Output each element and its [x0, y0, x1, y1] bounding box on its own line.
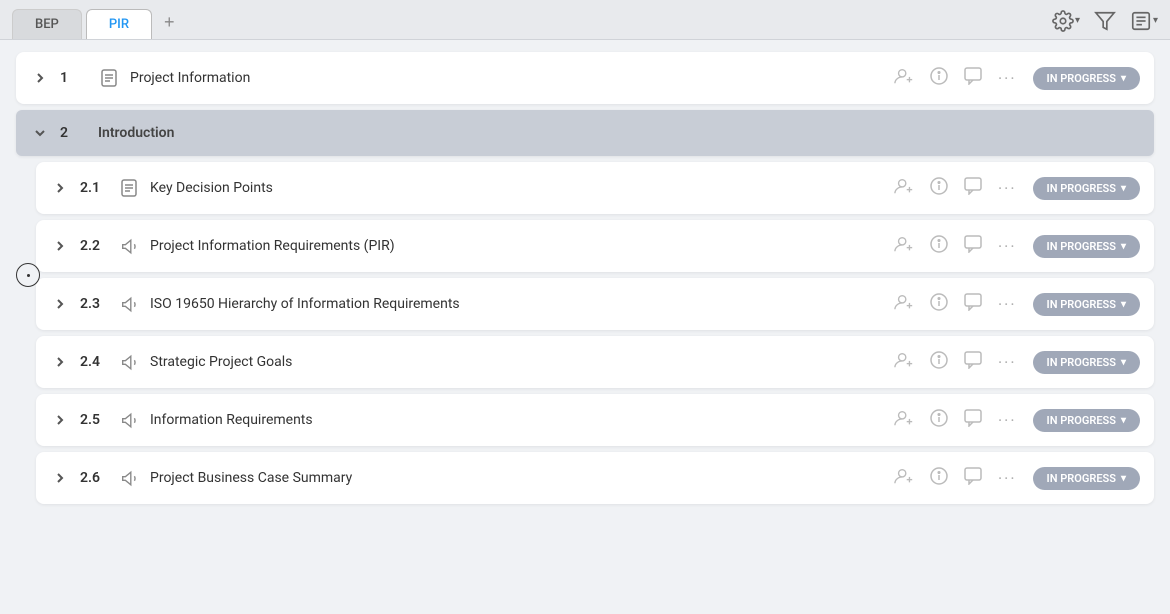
megaphone-icon-2-3	[118, 296, 140, 313]
more-button-2-3[interactable]: ···	[998, 295, 1017, 314]
row-2-number: 2	[60, 125, 88, 141]
filter-icon	[1094, 10, 1116, 32]
comment-icon-2-2[interactable]	[964, 235, 982, 258]
megaphone-icon-2-2	[118, 238, 140, 255]
document-icon	[98, 69, 120, 87]
megaphone-icon-2-6	[118, 470, 140, 487]
add-user-icon-2-3[interactable]	[894, 293, 914, 316]
more-button-2-4[interactable]: ···	[998, 353, 1017, 372]
filter-button[interactable]	[1094, 10, 1116, 32]
info-icon-2-3[interactable]	[930, 293, 948, 316]
status-badge-2-6[interactable]: IN PROGRESS ▾	[1033, 467, 1140, 490]
row-2-1-number: 2.1	[80, 180, 108, 196]
more-button-2-1[interactable]: ···	[998, 179, 1017, 198]
tab-bar: BEP PIR + ▾	[0, 0, 1170, 40]
row-project-information: 1 Project Information	[16, 52, 1154, 104]
row-business-case: 2.6 Project Business Case Summary	[36, 452, 1154, 504]
row-2-5-title: Information Requirements	[150, 412, 313, 428]
add-user-icon-2-4[interactable]	[894, 351, 914, 374]
toolbar: ▾ ▾	[1052, 10, 1158, 38]
add-user-icon-2-5[interactable]	[894, 409, 914, 432]
status-badge-2-2[interactable]: IN PROGRESS ▾	[1033, 235, 1140, 258]
more-button-1[interactable]: ···	[998, 69, 1017, 88]
comment-icon-2-6[interactable]	[964, 467, 982, 490]
info-icon-2-1[interactable]	[930, 177, 948, 200]
add-user-icon-2-1[interactable]	[894, 177, 914, 200]
comment-icon-1[interactable]	[964, 67, 982, 90]
megaphone-icon-2-5	[118, 412, 140, 429]
megaphone-icon-2-4	[118, 354, 140, 371]
row-1-title: Project Information	[130, 70, 250, 86]
row-strategic-goals: 2.4 Strategic Project Goals	[36, 336, 1154, 388]
more-button-2-2[interactable]: ···	[998, 237, 1017, 256]
comment-icon-2-4[interactable]	[964, 351, 982, 374]
expand-row-2-3[interactable]	[50, 298, 70, 310]
row-2-4-number: 2.4	[80, 354, 108, 370]
info-icon-1[interactable]	[930, 67, 948, 90]
row-2-3-number: 2.3	[80, 296, 108, 312]
expand-row-2-4[interactable]	[50, 356, 70, 368]
more-button-2-5[interactable]: ···	[998, 411, 1017, 430]
expand-row-2-5[interactable]	[50, 414, 70, 426]
row-pir: 2.2 Project Information Requirements (PI…	[36, 220, 1154, 272]
row-iso-hierarchy: 2.3 ISO 19650 Hierarchy of Information R…	[36, 278, 1154, 330]
expand-row-2-1[interactable]	[50, 182, 70, 194]
status-badge-2-3[interactable]: IN PROGRESS ▾	[1033, 293, 1140, 316]
expand-row-1[interactable]	[30, 72, 50, 84]
row-2-title: Introduction	[98, 125, 174, 141]
status-badge-1[interactable]: IN PROGRESS ▾	[1033, 67, 1140, 90]
info-icon-2-4[interactable]	[930, 351, 948, 374]
info-icon-2-2[interactable]	[930, 235, 948, 258]
tabs-left: BEP PIR +	[12, 8, 183, 39]
status-badge-2-4[interactable]: IN PROGRESS ▾	[1033, 351, 1140, 374]
tab-bep[interactable]: BEP	[12, 9, 82, 39]
gear-icon	[1052, 10, 1074, 32]
row-2-2-number: 2.2	[80, 238, 108, 254]
list-icon	[1130, 10, 1152, 32]
document-button[interactable]: ▾	[1130, 10, 1158, 32]
row-2-2-title: Project Information Requirements (PIR)	[150, 238, 395, 254]
row-2-6-number: 2.6	[80, 470, 108, 486]
row-2-3-title: ISO 19650 Hierarchy of Information Requi…	[150, 296, 460, 312]
comment-icon-2-5[interactable]	[964, 409, 982, 432]
more-button-2-6[interactable]: ···	[998, 469, 1017, 488]
expand-row-2-2[interactable]	[50, 240, 70, 252]
row-2-1-title: Key Decision Points	[150, 180, 273, 196]
row-1-number: 1	[60, 70, 88, 86]
info-icon-2-5[interactable]	[930, 409, 948, 432]
add-user-icon-2-2[interactable]	[894, 235, 914, 258]
add-user-icon-1[interactable]	[894, 67, 914, 90]
document-icon-2-1	[118, 179, 140, 197]
add-user-icon-2-6[interactable]	[894, 467, 914, 490]
expand-row-2[interactable]	[30, 127, 50, 139]
row-2-5-number: 2.5	[80, 412, 108, 428]
tab-add-button[interactable]: +	[156, 8, 183, 37]
status-badge-2-5[interactable]: IN PROGRESS ▾	[1033, 409, 1140, 432]
row-introduction: 2 Introduction	[16, 110, 1154, 156]
row-2-6-title: Project Business Case Summary	[150, 470, 352, 486]
settings-button[interactable]: ▾	[1052, 10, 1080, 32]
row-2-4-title: Strategic Project Goals	[150, 354, 292, 370]
content-area: 1 Project Information	[0, 40, 1170, 516]
tab-pir[interactable]: PIR	[86, 9, 152, 39]
status-badge-2-1[interactable]: IN PROGRESS ▾	[1033, 177, 1140, 200]
comment-icon-2-3[interactable]	[964, 293, 982, 316]
row-key-decision-points: 2.1 Key Decision Points	[36, 162, 1154, 214]
info-icon-2-6[interactable]	[930, 467, 948, 490]
row-information-requirements: 2.5 Information Requirements	[36, 394, 1154, 446]
comment-icon-2-1[interactable]	[964, 177, 982, 200]
expand-row-2-6[interactable]	[50, 472, 70, 484]
